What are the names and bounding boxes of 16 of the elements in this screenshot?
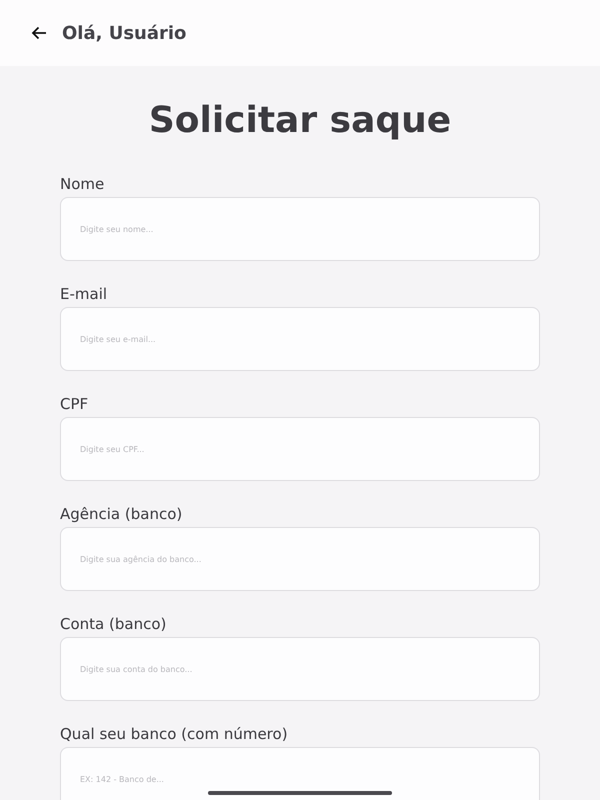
input-field[interactable]: Digite sua agência do banco... — [60, 527, 540, 591]
field-label: Qual seu banco (com número) — [60, 724, 289, 744]
input-field[interactable]: Digite seu CPF... — [60, 417, 540, 481]
field-label: E-mail — [60, 284, 108, 304]
field-label: CPF — [60, 394, 90, 414]
back-arrow-icon — [31, 26, 47, 40]
page-title: Solicitar saque — [148, 100, 452, 142]
field-label: Conta (banco) — [60, 614, 168, 634]
field-label: Nome — [60, 174, 106, 194]
greeting-title: Olá, Usuário — [62, 22, 186, 44]
field-label: Agência (banco) — [60, 504, 184, 524]
back-button[interactable] — [30, 24, 48, 42]
input-field[interactable]: Digite seu e-mail... — [60, 307, 540, 371]
input-field[interactable]: Digite sua conta do banco... — [60, 637, 540, 701]
input-field[interactable]: EX: 142 - Banco de... — [60, 747, 540, 800]
input-field[interactable]: Digite seu nome... — [60, 197, 540, 261]
